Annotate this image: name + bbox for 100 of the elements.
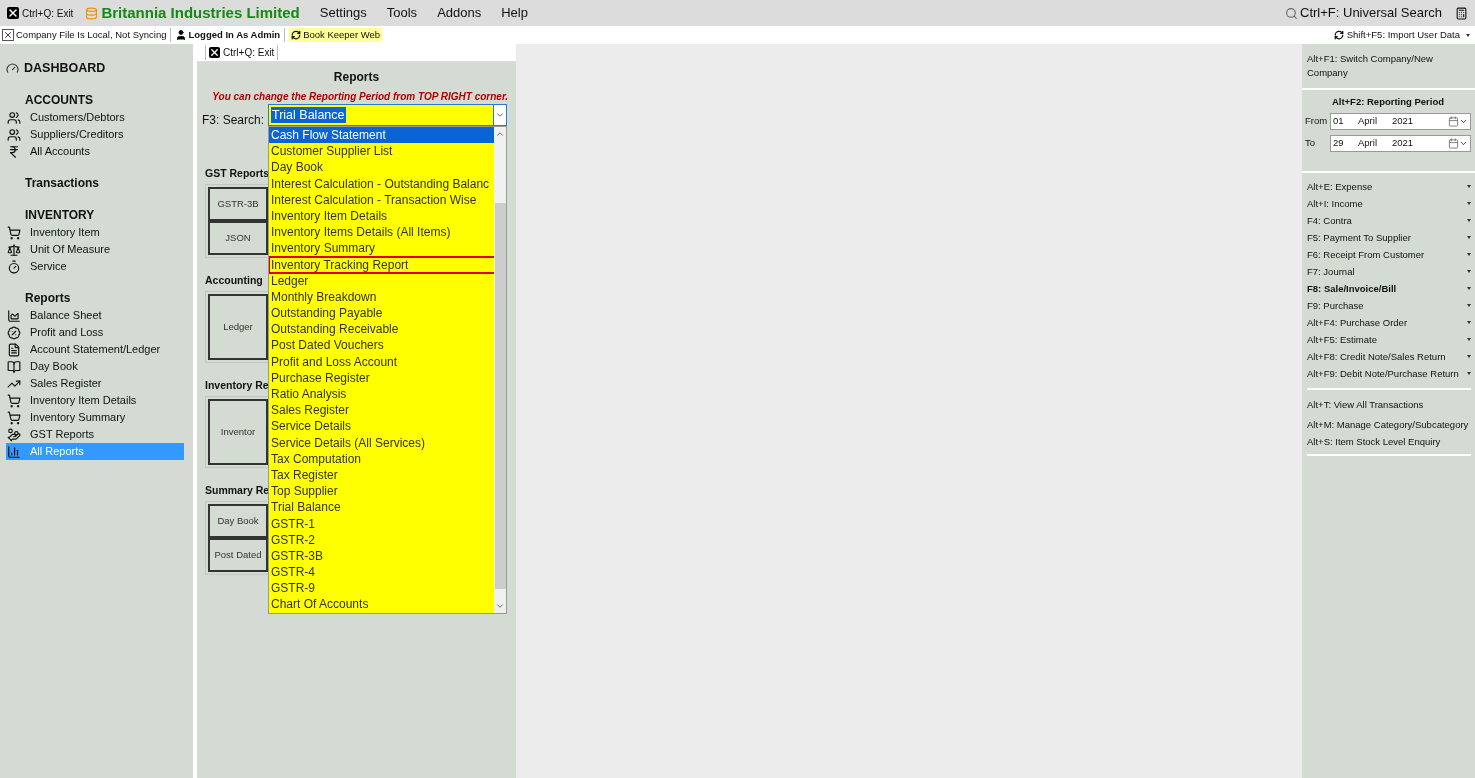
sidebar-item[interactable]: GST Reports [6,426,184,443]
menu-item[interactable]: Addons [437,3,482,23]
scroll-down-icon[interactable] [495,601,505,611]
dropdown-option[interactable]: Trial Balance [269,499,494,516]
report-button[interactable]: JSON [208,221,268,255]
search-combobox[interactable]: Trial Balance [268,104,507,126]
shortcut-link[interactable]: Alt+M: Manage Category/Subcategory [1307,416,1471,434]
calendar-icon[interactable] [1448,115,1459,127]
dropdown-option[interactable]: Inventory Items Details (All Items) [269,224,494,241]
dropdown-option[interactable]: GSTR-2 [269,531,494,548]
dropdown-option[interactable]: Service Details (All Services) [269,434,494,451]
dropdown-option[interactable]: GSTR-1 [269,515,494,532]
dropdown-option[interactable]: Ratio Analysis [269,386,494,403]
dropdown-option[interactable]: GSTR-4 [269,564,494,581]
date-field[interactable]: 29 April 2021 [1330,134,1471,152]
section-heading[interactable]: Transactions [6,175,184,192]
dropdown-option[interactable]: Customer Supplier List [269,143,494,160]
unsynced-icon [2,29,14,41]
dropdown-option[interactable]: Tax Computation [269,450,494,467]
action-menu-item[interactable]: Alt+F5: Estimate [1307,331,1471,349]
action-menu-item[interactable]: Alt+F4: Purchase Order [1307,314,1471,332]
dropdown-option[interactable]: Cash Flow Statement [269,127,494,144]
action-menu-item[interactable]: Alt+I: Income [1307,195,1471,213]
sidebar-item[interactable]: Service [6,258,184,275]
dropdown-option[interactable]: Ledger [269,272,494,289]
sidebar-item[interactable]: Profit and Loss [6,324,184,341]
dropdown-option[interactable]: Top Supplier [269,483,494,500]
universal-search[interactable]: Ctrl+F: Universal Search [1285,3,1442,23]
menu-item[interactable]: Help [501,3,528,23]
action-menu-item[interactable]: Alt+F8: Credit Note/Sales Return [1307,348,1471,366]
calendar-icon[interactable] [1448,137,1459,149]
dropdown-option[interactable]: Inventory Summary [269,240,494,257]
dropdown-option[interactable]: Interest Calculation - Transaction Wise [269,191,494,208]
dropdown-option[interactable]: Profit and Loss Account [269,353,494,370]
dropdown-option[interactable]: Tax Register [269,466,494,484]
action-menu-item[interactable]: F9: Purchase [1307,297,1471,315]
exit-button[interactable]: Ctrl+Q: Exit [7,5,74,21]
action-menu-item[interactable]: Alt+F9: Debit Note/Purchase Return [1307,365,1471,383]
group-heading: Summary Re [205,483,267,498]
scroll-thumb[interactable] [494,203,506,589]
report-button[interactable]: Inventor [208,399,268,465]
dropdown-option[interactable]: Inventory Tracking Report [269,256,494,273]
period-label: To [1305,136,1317,151]
report-button[interactable]: Day Book [208,504,268,538]
menu-item[interactable]: Settings [319,3,367,23]
menu-item[interactable]: Tools [386,3,418,23]
sidebar-item[interactable]: Inventory Item Details [6,392,184,409]
report-button[interactable]: GSTR-3B [208,187,268,221]
dropdown-option[interactable]: GSTR-9 [269,580,494,597]
sidebar-item[interactable]: Inventory Summary [6,409,184,426]
section-heading: INVENTORY [24,207,96,224]
switch-company-link[interactable]: Alt+F1: Switch Company/New Company [1307,51,1475,81]
section-heading: Reports [24,290,72,307]
caret-icon [1467,219,1471,223]
sidebar-item[interactable]: Unit Of Measure [6,241,184,258]
dropdown-option[interactable]: Inventory Item Details [269,207,494,225]
stopwatch-icon [7,259,21,274]
dropdown-option[interactable]: Chart Of Accounts [269,596,494,613]
action-menu-item[interactable]: F6: Receipt From Customer [1307,246,1471,264]
dropdown-option[interactable]: Outstanding Payable [269,305,494,322]
dropdown-option[interactable]: Purchase Register [269,369,494,386]
report-button[interactable]: Ledger [208,294,268,360]
sidebar-item[interactable]: Sales Register [6,375,184,392]
sidebar-item[interactable]: Account Statement/Ledger [6,341,184,358]
report-button[interactable]: Post Dated [208,538,268,572]
action-menu-item[interactable]: F8: Sale/Invoice/Bill [1307,280,1471,298]
calculator-icon[interactable] [1455,6,1468,20]
scroll-up-icon[interactable] [495,129,505,139]
dropdown-option[interactable]: Service Details [269,418,494,435]
import-user-data-button[interactable]: Shift+F5: Import User Data [1333,27,1473,43]
sidebar-item[interactable]: Balance Sheet [6,307,184,324]
sidebar-item[interactable]: Inventory Item [6,224,184,241]
action-menu-item[interactable]: F7: Journal [1307,263,1471,281]
close-icon [209,47,220,58]
sidebar-item[interactable]: All Accounts [6,143,184,160]
shortcut-link[interactable]: Alt+S: Item Stock Level Enquiry [1307,433,1471,451]
dashboard-link[interactable]: DASHBOARD [24,58,106,78]
scrollbar[interactable] [494,127,506,613]
caret-icon [1467,202,1471,206]
rupee-icon [7,144,21,159]
book-keeper-web-link[interactable]: Book Keeper Web [289,27,383,43]
date-field[interactable]: 01 April 2021 [1330,112,1471,130]
dropdown-option[interactable]: Interest Calculation - Outstanding Balanc [269,175,494,192]
action-menu-item[interactable]: Alt+E: Expense [1307,178,1471,196]
dropdown-option[interactable]: GSTR-3B [269,547,494,565]
action-menu-item[interactable]: F5: Payment To Supplier [1307,229,1471,247]
dropdown-option[interactable]: Sales Register [269,402,494,419]
sidebar-item[interactable]: Day Book [6,358,184,375]
sidebar-item[interactable]: Customers/Debtors [6,109,184,126]
sidebar-item[interactable]: Suppliers/Creditors [6,126,184,143]
action-menu-item[interactable]: F4: Contra [1307,212,1471,230]
dashboard-icon [6,61,19,75]
caret-icon [1467,270,1471,274]
exit-button[interactable]: Ctrl+Q: Exit [205,45,279,60]
shortcut-link[interactable]: Alt+T: View All Transactions [1307,396,1471,414]
dropdown-option[interactable]: Day Book [269,159,494,176]
dropdown-option[interactable]: Monthly Breakdown [269,288,494,306]
caret-icon [1467,372,1471,376]
dropdown-option[interactable]: Outstanding Receivable [269,321,494,338]
dropdown-option[interactable]: Post Dated Vouchers [269,337,494,354]
